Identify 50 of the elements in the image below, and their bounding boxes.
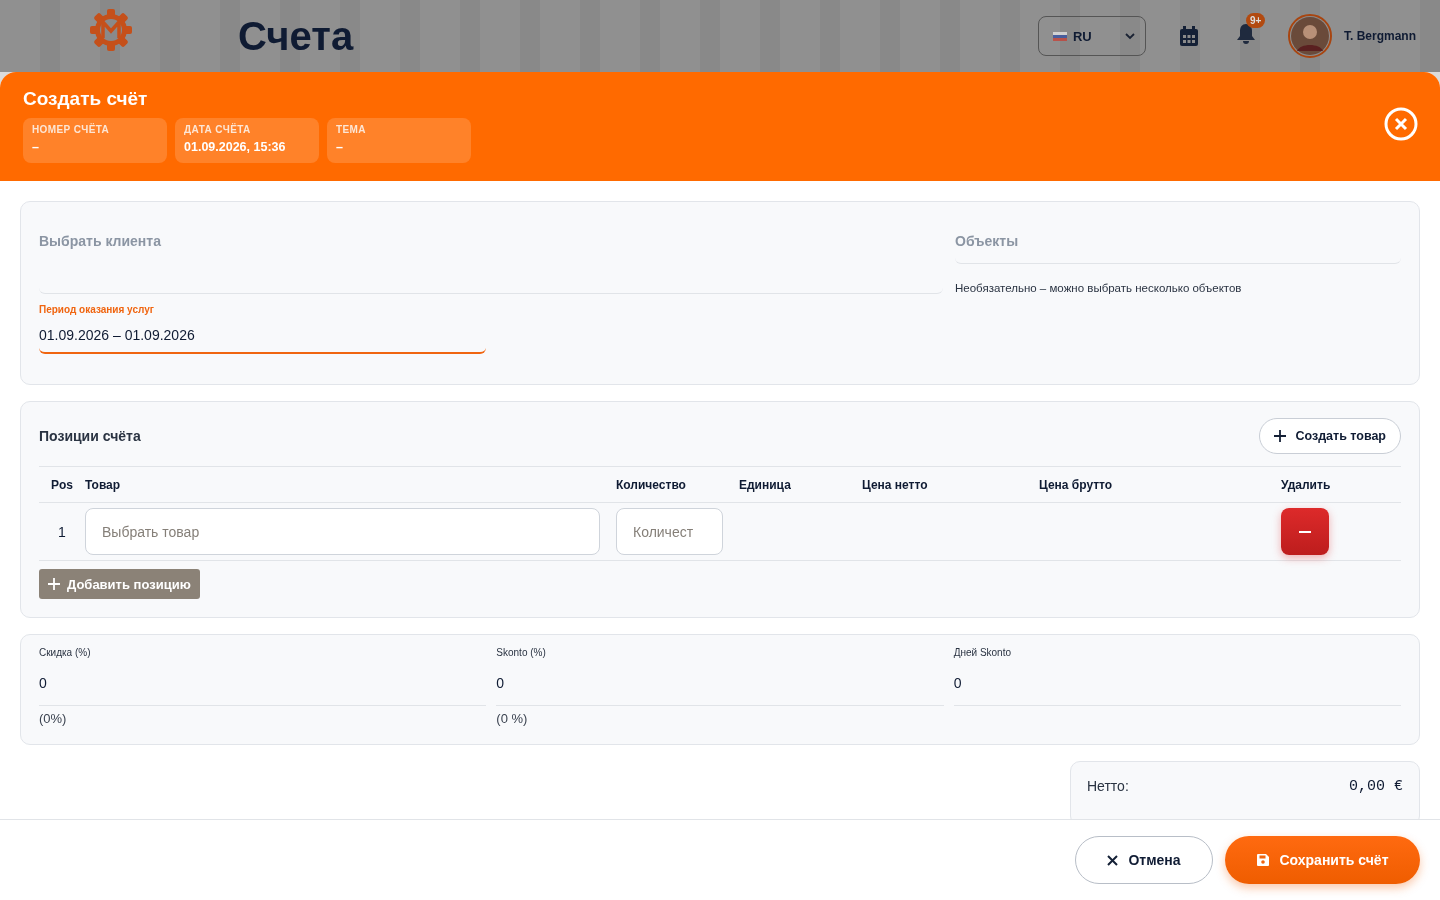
language-select[interactable]: RU [1038,16,1146,56]
close-icon [1107,854,1119,866]
modal-title: Создать счёт [23,88,149,110]
info-label: ДАТА СЧЁТА [184,124,252,135]
chevron-down-icon [1125,31,1135,41]
info-value: 01.09.2026, 15:36 [184,140,287,154]
field-note: (0%) [39,711,68,726]
discount-field[interactable]: 0 [953,658,1401,706]
calendar-icon[interactable] [1180,26,1198,46]
total-label: Нетто: [1087,778,1129,795]
user-name: T. Bergmann [1344,29,1416,43]
column-header: Товар [85,477,122,492]
save-icon [1256,853,1271,867]
flag-icon [1053,31,1067,41]
column-header: Цена брутто [1039,477,1114,492]
objects-hint: Необязательно – можно выбрать несколько объектов [955,282,1243,294]
period-field[interactable]: Период оказания услуг 01.09.2026 – 01.09.2026 [39,304,486,354]
bell-icon[interactable] [1236,23,1256,45]
info-value: – [32,140,40,154]
gear-logo-icon [88,7,134,53]
info-label: НОМЕР СЧЁТА [32,124,111,135]
minus-icon [1299,530,1311,533]
column-header: Удалить [1281,477,1332,492]
plus-icon [48,578,60,590]
add-position-button[interactable]: Добавить позицию [39,569,200,599]
avatar[interactable] [1288,14,1332,58]
field-label: Skonto (%) [496,647,547,658]
delete-button[interactable] [1281,508,1329,555]
column-header: Цена нетто [862,477,929,492]
column-header: Единица [739,477,792,492]
discount-field[interactable]: 0 [39,658,487,706]
total-value: 0,00 € [1349,778,1403,795]
field-label: Скидка (%) [39,647,92,658]
create-product-button[interactable]: Создать товар [1259,418,1401,454]
cancel-button[interactable]: Отмена [1075,836,1213,884]
discount-field[interactable]: 0 [496,658,944,706]
close-icon[interactable] [1384,107,1418,141]
position-number: 1 [57,523,67,540]
quantity-field[interactable]: Количест [616,508,723,555]
column-header: Количество [616,477,687,492]
notification-badge: 9+ [1246,13,1266,28]
section-title: Позиции счёта [39,428,141,444]
page-title: Счета [238,13,354,59]
product-field[interactable]: Выбрать товар [85,508,600,555]
plus-icon [1274,430,1287,442]
field-note: (0 %) [496,711,529,726]
column-header: Pos [50,477,74,492]
info-value: – [336,140,344,154]
info-label: ТЕМА [336,124,367,135]
field-label: Дней Skonto [953,647,1012,658]
